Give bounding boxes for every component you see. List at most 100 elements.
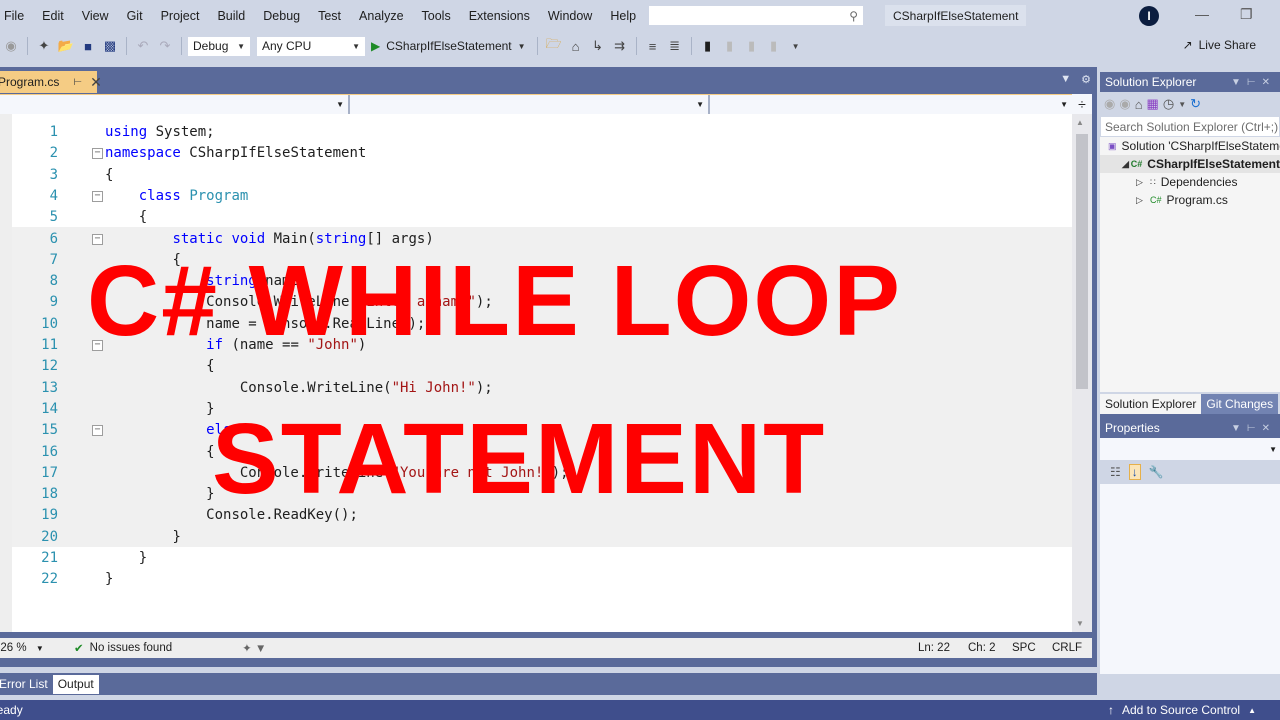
scroll-down-icon[interactable]: ▼ [1076, 619, 1084, 628]
tree-node[interactable]: ▷ C# Program.cs [1100, 191, 1280, 209]
tab-solution-explorer[interactable]: Solution Explorer [1100, 394, 1202, 414]
gear-icon[interactable]: ⚙ [1081, 73, 1091, 86]
code-line[interactable]: 7 { [0, 250, 1072, 271]
zoom-dropdown[interactable]: 126 % ▼ [0, 642, 60, 654]
collapse-icon[interactable]: − [92, 340, 103, 351]
menu-debug[interactable]: Debug [254, 9, 309, 23]
next-bookmark-icon[interactable]: ▮ [743, 37, 761, 55]
open-folder-icon[interactable]: 📂 [57, 37, 75, 55]
redo-icon[interactable]: ↷ [156, 37, 174, 55]
indent-mode[interactable]: SPC [1012, 642, 1052, 654]
property-pages-icon[interactable]: 🔧 [1149, 465, 1164, 479]
step-over-icon[interactable]: ⇉ [611, 37, 629, 55]
pin-icon[interactable]: ⊢ [73, 77, 82, 88]
switch-views-icon[interactable]: ▦ [1147, 96, 1159, 112]
alphabetical-icon[interactable]: ↓ [1128, 464, 1141, 480]
properties-object-dropdown[interactable]: ▼ [1100, 438, 1280, 460]
window-controls[interactable]: ▼⊢✕ [1231, 77, 1276, 88]
collapsed-arrow-icon[interactable]: ▷ [1136, 177, 1150, 188]
menu-test[interactable]: Test [309, 9, 350, 23]
save-icon[interactable]: ■ [79, 37, 97, 55]
search-input[interactable]: Search (Ctrl+Q) ⚲ [648, 5, 864, 26]
split-editor-icon[interactable]: ÷ [1072, 94, 1092, 114]
code-line[interactable]: 16 { [0, 442, 1072, 463]
code-line[interactable]: 13 Console.WriteLine("Hi John!"); [0, 378, 1072, 399]
save-all-icon[interactable]: ▩ [101, 37, 119, 55]
menu-analyze[interactable]: Analyze [350, 9, 412, 23]
expanded-arrow-icon[interactable]: ◢ [1122, 159, 1131, 170]
uncomment-icon[interactable]: ≣ [666, 37, 684, 55]
code-editor[interactable]: 1 using System; 2− namespace CSharpIfElseSt… [0, 114, 1072, 632]
solution-explorer-search[interactable]: Search Solution Explorer (Ctrl+;) [1100, 116, 1280, 137]
code-line[interactable]: 5 { [0, 207, 1072, 228]
add-to-source-control-button[interactable]: Add to Source Control [1122, 703, 1240, 717]
back-icon[interactable]: ◉ [1104, 96, 1115, 112]
menu-extensions[interactable]: Extensions [460, 9, 539, 23]
scrollbar-thumb[interactable] [1076, 134, 1088, 389]
menu-window[interactable]: Window [539, 9, 601, 23]
collapse-icon[interactable]: − [92, 233, 103, 245]
toolbar-overflow-icon[interactable]: ▼ [787, 37, 805, 55]
menu-git[interactable]: Git [118, 9, 152, 23]
tab-dropdown-icon[interactable]: ▼ [1060, 73, 1071, 86]
menu-build[interactable]: Build [208, 9, 254, 23]
issues-status[interactable]: No issues found [90, 642, 172, 654]
tree-node[interactable]: ▣ Solution 'CSharpIfElseStatement' (1 of … [1100, 137, 1280, 155]
code-line[interactable]: 17 Console.WriteLine("You are not John!"… [0, 463, 1072, 484]
code-line[interactable]: 9 Console.WriteLine("Enter a name"); [0, 292, 1072, 313]
code-line[interactable]: 3{ [0, 165, 1072, 186]
menu-tools[interactable]: Tools [413, 9, 460, 23]
vertical-scrollbar[interactable]: ▲ ▼ [1072, 114, 1092, 632]
char-number[interactable]: Ch: 2 [968, 642, 1012, 654]
tree-node[interactable]: ▷ ∷ Dependencies [1100, 173, 1280, 191]
code-line[interactable]: 19 Console.ReadKey(); [0, 505, 1072, 526]
tab-git-changes[interactable]: Git Changes [1201, 394, 1279, 414]
bookmark-icon[interactable]: ▮ [699, 37, 717, 55]
menu-view[interactable]: View [73, 9, 118, 23]
code-line[interactable]: 22} [0, 569, 1072, 590]
menu-file[interactable]: File [0, 9, 33, 23]
member-nav-dropdown[interactable]: ▼ [710, 95, 1072, 114]
code-line[interactable]: 21 } [0, 548, 1072, 569]
find-in-files-icon[interactable]: 🗁 [545, 36, 563, 55]
collapsed-arrow-icon[interactable]: ▷ [1136, 195, 1150, 206]
tab-error-list[interactable]: Error List [0, 675, 53, 694]
chevron-up-icon[interactable]: ▲ [1248, 706, 1256, 715]
tree-node[interactable]: ◢ C# CSharpIfElseStatement [1100, 155, 1280, 173]
code-line[interactable]: 6 − static void Main(string[] args) [0, 229, 1072, 250]
platform-dropdown[interactable]: Any CPU ▼ [256, 35, 366, 57]
chevron-down-icon[interactable]: ▼ [1178, 100, 1186, 109]
clear-bookmarks-icon[interactable]: ▮ [765, 37, 783, 55]
step-into-icon[interactable]: ↳ [589, 37, 607, 55]
tab-output[interactable]: Output [52, 674, 99, 694]
code-line[interactable]: 20 } [0, 527, 1072, 548]
pending-changes-icon[interactable]: ◷ [1163, 96, 1174, 112]
menu-edit[interactable]: Edit [33, 9, 73, 23]
live-share-button[interactable]: ↗ Live Share [1183, 38, 1256, 52]
code-line[interactable]: 8 string name; [0, 271, 1072, 292]
minimize-icon[interactable]: — [1195, 6, 1209, 22]
type-nav-dropdown[interactable]: ▼ [350, 95, 710, 114]
close-icon[interactable]: ✕ [90, 74, 102, 91]
undo-icon[interactable]: ↶ [134, 37, 152, 55]
tab-program-cs[interactable]: Program.cs ⊢ ✕ [0, 71, 102, 93]
menu-project[interactable]: Project [152, 9, 209, 23]
collapse-icon[interactable]: − [92, 190, 103, 202]
cleanup-icon[interactable]: ✦ ▼ [242, 641, 266, 655]
code-line[interactable]: 10 name = Console.ReadLine(); [0, 314, 1072, 335]
code-line[interactable]: 1 using System; [0, 122, 1072, 143]
sync-icon[interactable]: ↻ [1190, 96, 1201, 112]
prev-bookmark-icon[interactable]: ▮ [721, 37, 739, 55]
forward-icon[interactable]: ◉ [1119, 96, 1130, 112]
line-number[interactable]: Ln: 22 [918, 642, 968, 654]
code-line[interactable]: 2 − namespace CSharpIfElseStatement [0, 143, 1072, 164]
code-line[interactable]: 12 { [0, 356, 1072, 377]
scroll-up-icon[interactable]: ▲ [1076, 118, 1084, 127]
code-line[interactable]: 4 − class Program [0, 186, 1072, 207]
code-line[interactable]: 14 } [0, 399, 1072, 420]
comment-icon[interactable]: ≡ [644, 37, 662, 55]
browser-link-icon[interactable]: ⌂ [567, 37, 585, 55]
collapse-icon[interactable]: − [92, 148, 103, 160]
back-icon[interactable]: ◉ [2, 37, 20, 55]
project-nav-dropdown[interactable]: ▼ [0, 95, 350, 114]
